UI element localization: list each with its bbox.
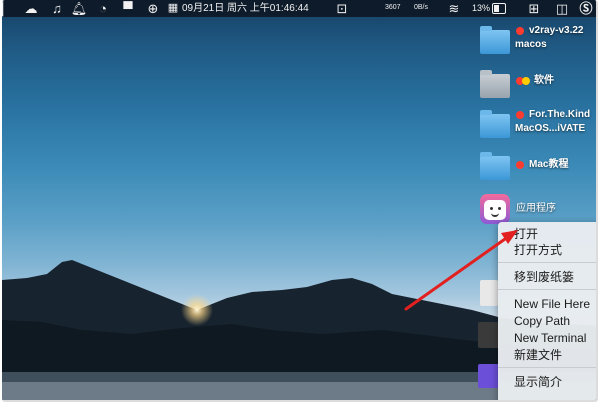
menu-divider [498, 367, 596, 368]
menu-edge-icon[interactable]: ▏ [2, 0, 12, 17]
battery-percent: 13% [472, 3, 491, 13]
item-label: 软件 [534, 75, 554, 86]
dashboard-icon[interactable]: ◔ [94, 0, 112, 17]
net-speed: 0B/s [414, 4, 429, 11]
menu-divider [498, 262, 596, 263]
menu-clock[interactable]: 09月21日 周六 上午01:46:44 [182, 0, 309, 17]
net-count: 3607 [385, 4, 401, 11]
split-view-icon[interactable]: ◫ [554, 0, 570, 17]
menu-divider [498, 289, 596, 290]
folder-icon [480, 152, 510, 180]
desktop-item-mac-tutorial[interactable]: Mac教程 [480, 150, 596, 190]
file-thumbnail[interactable] [478, 322, 500, 348]
desktop-item-v2ray[interactable]: v2ray-v3.22 macos [480, 24, 596, 64]
app-icon [480, 194, 510, 224]
folder-icon [480, 70, 510, 98]
input-method-icon[interactable]: ⊞ [526, 0, 542, 17]
music-icon[interactable]: ♫ [48, 0, 66, 17]
globe-icon[interactable]: ⊕ [144, 0, 162, 17]
menu-item-new-file[interactable]: 新建文件 [514, 347, 562, 363]
menu-item-copy-path[interactable]: Copy Path [514, 313, 570, 329]
item-label-line2: MacOS...iVATE [515, 123, 586, 134]
tag-yellow-icon [522, 77, 530, 85]
screen-icon[interactable]: ⊡ [334, 0, 350, 17]
tag-red-icon [516, 161, 524, 169]
menu-item-new-file-here[interactable]: New File Here [514, 296, 590, 312]
item-label: v2ray-v3.22 [529, 25, 584, 36]
calendar-icon[interactable]: ▦ [166, 0, 180, 17]
battery-icon[interactable] [492, 3, 506, 14]
desktop-item-for-the-king[interactable]: For.The.Kind MacOS...iVATE [480, 108, 596, 148]
cloud-icon[interactable]: ☁ [22, 0, 40, 17]
menu-bar: ▏ ☁ ♫ 🔔︎ ◔ ▀ ⊕ ▦ 09月21日 周六 上午01:46:44 ⊡ … [2, 0, 596, 17]
menu-item-move-to-trash[interactable]: 移到废纸篓 [514, 269, 574, 285]
display-icon[interactable]: ▀ [119, 0, 137, 17]
item-label: 应用程序 [516, 203, 556, 214]
item-label-line2: macos [515, 39, 547, 50]
file-thumbnail[interactable] [480, 280, 498, 306]
item-label: Mac教程 [529, 159, 569, 170]
notification-icon[interactable]: 🔔︎ [70, 0, 88, 17]
s-app-icon[interactable]: Ⓢ [578, 0, 594, 17]
desktop: ▏ ☁ ♫ 🔔︎ ◔ ▀ ⊕ ▦ 09月21日 周六 上午01:46:44 ⊡ … [2, 0, 598, 402]
menu-item-get-info[interactable]: 显示简介 [514, 374, 562, 390]
folder-icon [480, 26, 510, 54]
menu-item-new-terminal[interactable]: New Terminal [514, 330, 586, 346]
item-label: For.The.Kind [529, 109, 591, 120]
folder-icon [480, 110, 510, 138]
menu-item-open-with[interactable]: 打开方式 [514, 242, 562, 258]
menu-item-open[interactable]: 打开 [514, 226, 538, 242]
file-thumbnail[interactable] [478, 364, 500, 388]
context-menu: 打开 打开方式 移到废纸篓 New File Here Copy Path Ne… [498, 222, 596, 400]
tag-red-icon [516, 27, 524, 35]
tag-red-icon [516, 111, 524, 119]
wifi-icon[interactable]: ≋ [446, 0, 462, 17]
desktop-item-software[interactable]: 软件 [480, 68, 596, 108]
